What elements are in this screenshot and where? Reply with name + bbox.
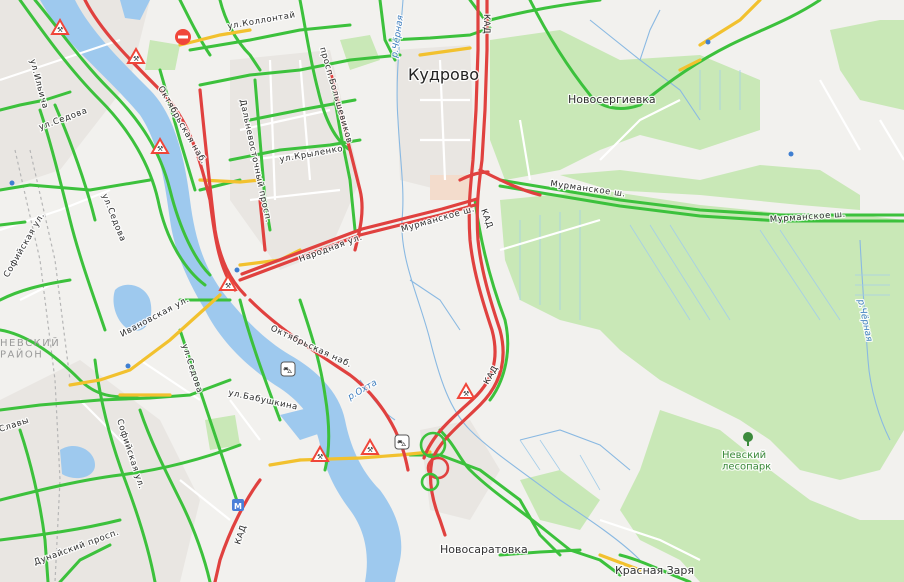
- svg-text:⚒: ⚒: [225, 282, 231, 290]
- accident-icon[interactable]: ⛍: [280, 361, 296, 377]
- svg-text:⚒: ⚒: [157, 145, 163, 153]
- place-nevsky-park: Невский лесопарк: [722, 450, 771, 473]
- no-entry-icon[interactable]: [175, 29, 191, 45]
- metro-icon[interactable]: M: [232, 499, 244, 511]
- svg-text:⚒: ⚒: [317, 453, 323, 461]
- svg-text:⚒: ⚒: [57, 26, 63, 34]
- svg-text:⛍: ⛍: [397, 439, 406, 449]
- place-novosergievka: Новосергиевка: [568, 93, 656, 106]
- svg-text:⛍: ⛍: [283, 366, 292, 376]
- svg-text:M: M: [234, 502, 242, 511]
- place-novosaratovka: Новосаратовка: [440, 543, 528, 556]
- svg-text:⚒: ⚒: [133, 55, 139, 63]
- place-kudrovo: Кудрово: [408, 65, 479, 84]
- svg-text:⚒: ⚒: [367, 446, 373, 454]
- svg-text:⚒: ⚒: [463, 390, 469, 398]
- park-label: Невский лесопарк: [721, 449, 773, 474]
- street-kad-north: КАД: [481, 14, 491, 34]
- traffic-map[interactable]: Кудрово Новосергиевка Новосаратовка Крас…: [0, 0, 904, 582]
- place-krasnaya-zarya: Красная Заря: [615, 564, 694, 577]
- accident-icon[interactable]: ⛍: [394, 434, 410, 450]
- map-canvas[interactable]: Кудрово Новосергиевка Новосаратовка Крас…: [0, 0, 904, 582]
